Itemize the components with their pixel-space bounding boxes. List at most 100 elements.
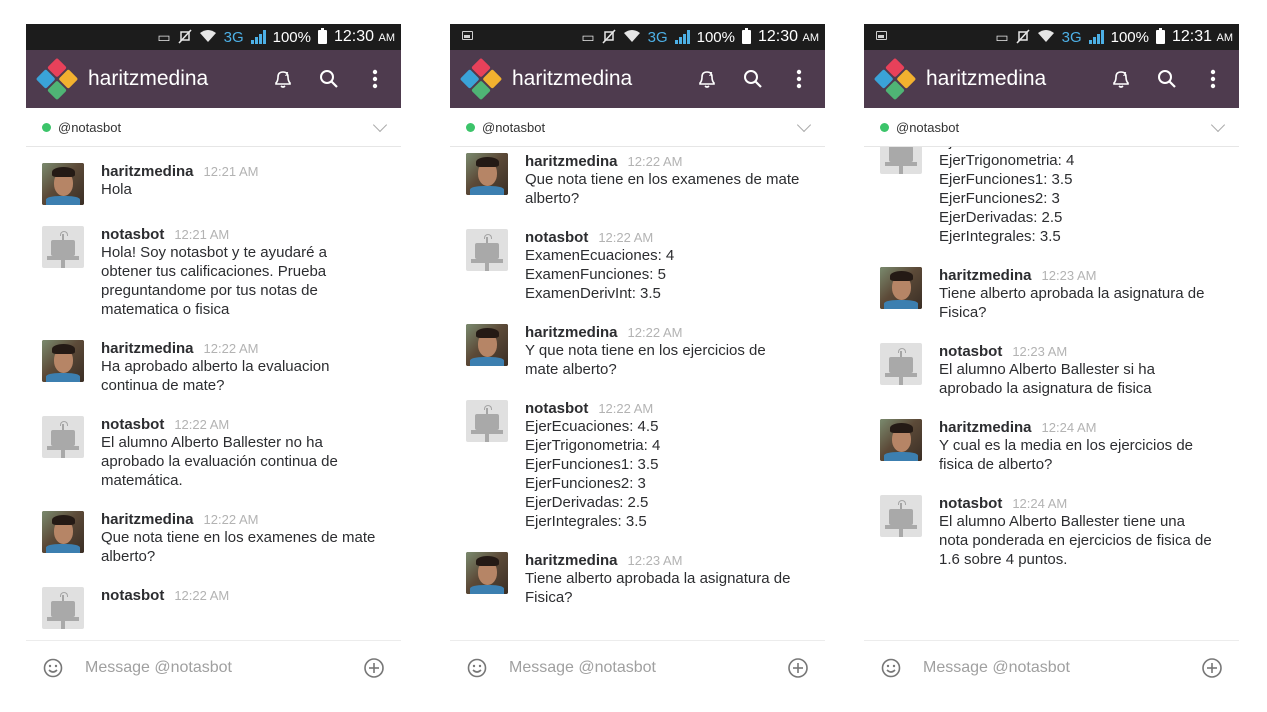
- snooze-bell-icon[interactable]: z: [271, 67, 295, 91]
- message-list[interactable]: EjerEcuaciones: 4.5 EjerTrigonometria: 4…: [864, 147, 1239, 640]
- bot-message[interactable]: notasbot 12:22 AM: [26, 587, 401, 629]
- message-text: Que nota tiene en los examenes de mate a…: [525, 171, 800, 207]
- phone-screen-1: ▭ 3G 100% 12:30 AM haritzmedina z @notas…: [26, 24, 401, 694]
- bot-avatar[interactable]: [880, 495, 922, 537]
- user-message[interactable]: haritzmedina 12:22 AM Que nota tiene en …: [450, 153, 825, 208]
- channel-header[interactable]: @notasbot: [26, 108, 401, 147]
- plus-circle-icon[interactable]: [1201, 657, 1223, 679]
- user-avatar[interactable]: [42, 511, 84, 553]
- message-body: EjerEcuaciones: 4.5 EjerTrigonometria: 4…: [939, 147, 1223, 246]
- sender-name[interactable]: notasbot: [101, 226, 164, 243]
- message-header: haritzmedina 12:22 AM: [101, 340, 385, 357]
- bot-message[interactable]: notasbot 12:22 AM ExamenEcuaciones: 4 Ex…: [450, 229, 825, 303]
- user-message[interactable]: haritzmedina 12:24 AM Y cual es la media…: [864, 419, 1239, 474]
- sender-name[interactable]: notasbot: [939, 343, 1002, 360]
- team-name[interactable]: haritzmedina: [512, 67, 673, 91]
- slack-logo-icon[interactable]: [459, 57, 503, 101]
- sender-name[interactable]: notasbot: [101, 416, 164, 433]
- emoji-icon[interactable]: [466, 657, 488, 679]
- team-name[interactable]: haritzmedina: [926, 67, 1087, 91]
- user-avatar[interactable]: [880, 419, 922, 461]
- bot-message[interactable]: EjerEcuaciones: 4.5 EjerTrigonometria: 4…: [864, 147, 1239, 246]
- slack-logo-icon[interactable]: [873, 57, 917, 101]
- user-avatar[interactable]: [466, 153, 508, 195]
- sender-name[interactable]: haritzmedina: [101, 511, 194, 528]
- message-timestamp: 12:22 AM: [203, 341, 259, 356]
- bot-message[interactable]: notasbot 12:23 AM El alumno Alberto Ball…: [864, 343, 1239, 398]
- user-message[interactable]: haritzmedina 12:23 AM Tiene alberto apro…: [450, 552, 825, 607]
- user-message[interactable]: haritzmedina 12:23 AM Tiene alberto apro…: [864, 267, 1239, 322]
- plus-circle-icon[interactable]: [363, 657, 385, 679]
- sender-name[interactable]: notasbot: [939, 495, 1002, 512]
- bot-avatar[interactable]: [42, 587, 84, 629]
- battery-icon: [318, 28, 327, 44]
- message-list[interactable]: haritzmedina 12:21 AM Hola notasbot 12:2…: [26, 147, 401, 640]
- message-timestamp: 12:24 AM: [1012, 496, 1068, 511]
- bot-avatar[interactable]: [42, 226, 84, 268]
- snooze-bell-icon[interactable]: z: [695, 67, 719, 91]
- user-message[interactable]: haritzmedina 12:22 AM Y que nota tiene e…: [450, 324, 825, 379]
- message-timestamp: 12:22 AM: [598, 230, 654, 245]
- user-message[interactable]: haritzmedina 12:22 AM Ha aprobado albert…: [26, 340, 401, 395]
- user-message[interactable]: haritzmedina 12:22 AM Que nota tiene en …: [26, 511, 401, 566]
- emoji-icon[interactable]: [880, 657, 902, 679]
- channel-header[interactable]: @notasbot: [864, 108, 1239, 147]
- bot-avatar[interactable]: [466, 400, 508, 442]
- team-name[interactable]: haritzmedina: [88, 67, 249, 91]
- channel-header[interactable]: @notasbot: [450, 108, 825, 147]
- bot-avatar[interactable]: [42, 416, 84, 458]
- sender-name[interactable]: haritzmedina: [525, 552, 618, 569]
- user-message[interactable]: haritzmedina 12:21 AM Hola: [26, 163, 401, 205]
- mute-icon: [1016, 28, 1030, 46]
- user-avatar[interactable]: [42, 340, 84, 382]
- chevron-down-icon[interactable]: [372, 117, 388, 132]
- vibrate-icon: ▭: [157, 29, 171, 45]
- bot-avatar[interactable]: [880, 343, 922, 385]
- bot-avatar[interactable]: [466, 229, 508, 271]
- overflow-menu-icon[interactable]: [363, 67, 387, 91]
- svg-text:z: z: [1123, 71, 1127, 78]
- overflow-menu-icon[interactable]: [787, 67, 811, 91]
- bot-message[interactable]: notasbot 12:21 AM Hola! Soy notasbot y t…: [26, 226, 401, 319]
- slack-logo-icon[interactable]: [35, 57, 79, 101]
- sender-name[interactable]: haritzmedina: [101, 340, 194, 357]
- emoji-icon[interactable]: [42, 657, 64, 679]
- user-avatar[interactable]: [466, 552, 508, 594]
- message-input[interactable]: Message @notasbot: [509, 659, 787, 677]
- search-icon[interactable]: [741, 67, 765, 91]
- chevron-down-icon[interactable]: [796, 117, 812, 132]
- clock-ampm: AM: [378, 32, 396, 44]
- sender-name[interactable]: notasbot: [525, 400, 588, 417]
- bot-avatar[interactable]: [880, 147, 922, 174]
- sender-name[interactable]: notasbot: [525, 229, 588, 246]
- bot-message[interactable]: notasbot 12:22 AM EjerEcuaciones: 4.5 Ej…: [450, 400, 825, 531]
- search-icon[interactable]: [1155, 67, 1179, 91]
- user-avatar[interactable]: [880, 267, 922, 309]
- image-notification-icon: [462, 31, 473, 40]
- bot-message[interactable]: notasbot 12:24 AM El alumno Alberto Ball…: [864, 495, 1239, 569]
- sender-name[interactable]: haritzmedina: [525, 153, 618, 170]
- sender-name[interactable]: notasbot: [101, 587, 164, 604]
- clock-ampm: AM: [1216, 32, 1234, 44]
- message-timestamp: 12:22 AM: [598, 401, 654, 416]
- plus-circle-icon[interactable]: [787, 657, 809, 679]
- search-icon[interactable]: [317, 67, 341, 91]
- message-input[interactable]: Message @notasbot: [85, 659, 363, 677]
- message-list[interactable]: haritzmedina 12:22 AM Que nota tiene en …: [450, 147, 825, 640]
- overflow-menu-icon[interactable]: [1201, 67, 1225, 91]
- message-header: notasbot 12:23 AM: [939, 343, 1223, 360]
- user-avatar[interactable]: [466, 324, 508, 366]
- message-timestamp: 12:22 AM: [174, 417, 230, 432]
- message-input[interactable]: Message @notasbot: [923, 659, 1201, 677]
- sender-name[interactable]: haritzmedina: [101, 163, 194, 180]
- snooze-bell-icon[interactable]: z: [1109, 67, 1133, 91]
- sender-name[interactable]: haritzmedina: [525, 324, 618, 341]
- wifi-icon: [1037, 29, 1055, 45]
- battery-percent: 100%: [272, 28, 311, 46]
- chevron-down-icon[interactable]: [1210, 117, 1226, 132]
- bot-message[interactable]: notasbot 12:22 AM El alumno Alberto Ball…: [26, 416, 401, 490]
- user-avatar[interactable]: [42, 163, 84, 205]
- sender-name[interactable]: haritzmedina: [939, 267, 1032, 284]
- sender-name[interactable]: haritzmedina: [939, 419, 1032, 436]
- app-bar: haritzmedina z: [864, 50, 1239, 108]
